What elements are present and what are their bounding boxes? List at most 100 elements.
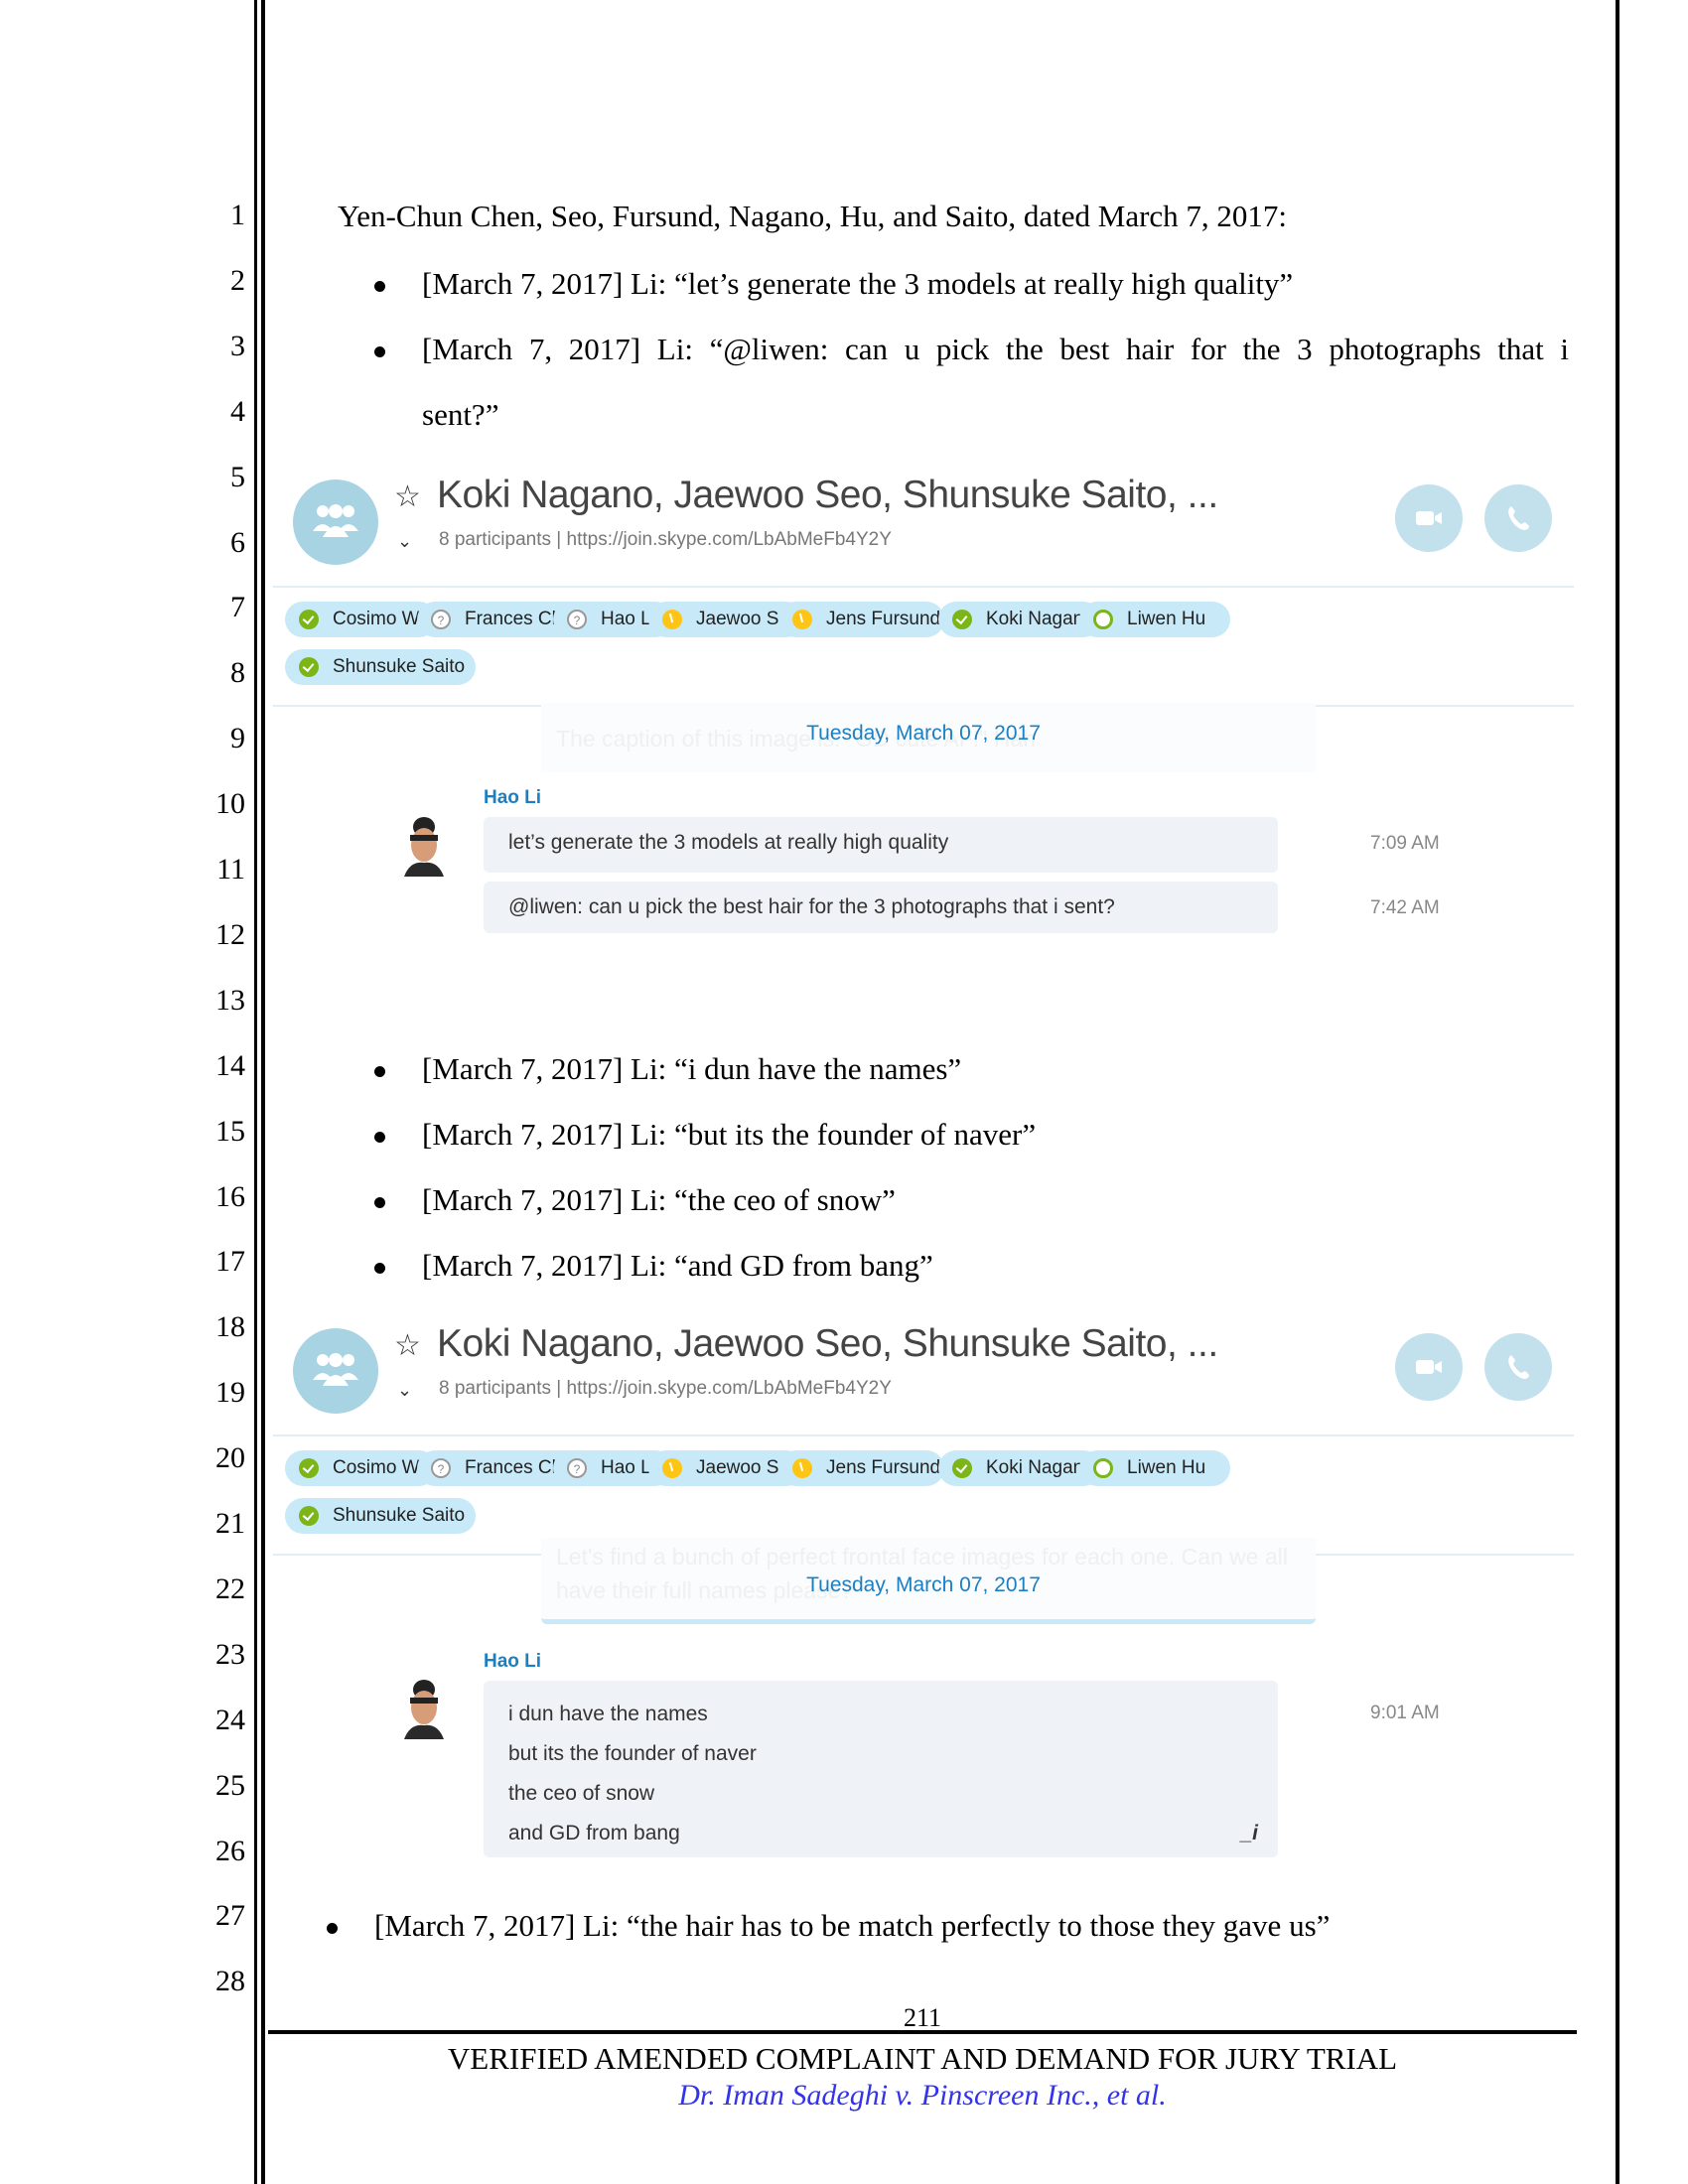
bullet (374, 1132, 385, 1143)
presence-away-icon (792, 610, 812, 629)
line-number: 5 (230, 460, 245, 493)
participant-list: Cosimo WeiFrances ChenHao LiJaewoo SeoJe… (273, 1436, 1574, 1554)
line-number: 24 (215, 1703, 245, 1736)
line-number: 27 (215, 1899, 245, 1933)
audio-call-button[interactable] (1484, 1333, 1552, 1401)
chevron-down-icon[interactable]: ⌄ (397, 531, 412, 552)
presence-offline-icon (1093, 1458, 1113, 1478)
line-number: 9 (230, 722, 245, 755)
participant-name: Hao Li (601, 609, 655, 629)
participant-name: Jens Fursund (826, 609, 941, 629)
bullet-text: [March 7, 2017] Li: “@liwen: can u pick … (422, 332, 1569, 366)
bullet-text: [March 7, 2017] Li: “let’s generate the … (422, 266, 1294, 301)
line-number: 19 (215, 1376, 245, 1410)
line-number: 28 (215, 1965, 245, 1998)
bullet (374, 346, 385, 357)
presence-unknown-icon (431, 1451, 451, 1487)
left-border-outer (254, 0, 257, 2184)
conversation-subtitle: 8 participants | https://join.skype.com/… (439, 529, 892, 550)
line-number: 7 (230, 591, 245, 624)
chevron-down-icon[interactable]: ⌄ (397, 1380, 412, 1401)
skype-screenshot-1: ☆ Koki Nagano, Jaewoo Seo, Shunsuke Sait… (273, 462, 1574, 933)
conversation-title: Koki Nagano, Jaewoo Seo, Shunsuke Saito,… (437, 1322, 1218, 1365)
skype-screenshot-2: ☆ Koki Nagano, Jaewoo Seo, Shunsuke Sait… (273, 1310, 1574, 1857)
line-number: 26 (215, 1834, 245, 1867)
presence-away-icon (792, 1458, 812, 1478)
message-time: 9:01 AM (1370, 1703, 1440, 1723)
footer-rule (268, 2030, 1577, 2034)
message-time: 7:09 AM (1370, 833, 1440, 854)
bullet (374, 1263, 385, 1274)
intro-line: Yen-Chun Chen, Seo, Fursund, Nagano, Hu,… (338, 199, 1288, 233)
audio-call-button[interactable] (1484, 484, 1552, 552)
group-avatar-icon (293, 1328, 378, 1414)
bullet-text-cont: sent?” (422, 397, 499, 432)
participant-chip[interactable]: Koki Nagano (938, 1450, 1101, 1486)
participant-chip[interactable]: Shunsuke Saito (285, 1498, 476, 1534)
participant-name: Jens Fursund (826, 1457, 941, 1478)
line-number: 18 (215, 1310, 245, 1344)
participant-chip[interactable]: Liwen Hu (1079, 1450, 1230, 1486)
bullet-text: [March 7, 2017] Li: “the ceo of snow” (422, 1182, 896, 1217)
star-icon[interactable]: ☆ (394, 479, 421, 514)
line-number: 13 (215, 983, 245, 1017)
participant-chip[interactable]: Shunsuke Saito (285, 649, 476, 685)
participant-name: Koki Nagano (986, 609, 1094, 629)
footer-title: VERIFIED AMENDED COMPLAINT AND DEMAND FO… (447, 2041, 1398, 2076)
line-number: 25 (215, 1768, 245, 1802)
presence-available-icon (299, 610, 319, 629)
conversation-header: ☆ Koki Nagano, Jaewoo Seo, Shunsuke Sait… (273, 1310, 1574, 1434)
presence-available-icon (299, 1458, 319, 1478)
line-number: 17 (215, 1245, 245, 1279)
bullet-text: [March 7, 2017] Li: “and GD from bang” (422, 1248, 933, 1283)
phone-call-icon (1508, 506, 1529, 530)
participant-chip[interactable]: Liwen Hu (1079, 602, 1230, 637)
line-number: 15 (215, 1114, 245, 1148)
presence-available-icon (299, 657, 319, 677)
participant-list: Cosimo WeiFrances ChenHao LiJaewoo SeoJe… (273, 588, 1574, 705)
line-number: 2 (230, 263, 245, 297)
bullet (374, 281, 385, 292)
line-number: 12 (215, 917, 245, 951)
footer-case-caption: Dr. Iman Sadeghi v. Pinscreen Inc., et a… (678, 2079, 1167, 2112)
message-bubble[interactable]: i dun have the names but its the founder… (484, 1681, 1278, 1857)
line-number: 4 (230, 394, 245, 428)
left-border-inner (261, 0, 265, 2184)
star-icon[interactable]: ☆ (394, 1328, 421, 1363)
message-bubble[interactable]: let’s generate the 3 models at really hi… (484, 817, 1278, 873)
participant-name: Shunsuke Saito (333, 1505, 466, 1526)
presence-offline-icon (1093, 610, 1113, 629)
conversation-header: ☆ Koki Nagano, Jaewoo Seo, Shunsuke Sait… (273, 462, 1574, 586)
participant-chip[interactable]: Jens Fursund (778, 602, 944, 637)
participant-name: Shunsuke Saito (333, 656, 466, 677)
sender-avatar (402, 817, 446, 877)
date-separator: Tuesday, March 07, 2017 (806, 722, 1041, 745)
video-call-button[interactable] (1395, 484, 1463, 552)
message-bubble[interactable]: @liwen: can u pick the best hair for the… (484, 882, 1278, 933)
line-number: 22 (215, 1571, 245, 1605)
video-call-button[interactable] (1395, 1333, 1463, 1401)
edited-icon: _i (1240, 1822, 1258, 1844)
presence-unknown-icon (567, 1451, 587, 1487)
page-number: 211 (903, 2003, 942, 2032)
participant-chip[interactable]: Cosimo Wei (285, 1450, 437, 1486)
participant-chip[interactable]: Cosimo Wei (285, 602, 437, 637)
conversation-subtitle: 8 participants | https://join.skype.com/… (439, 1378, 892, 1399)
message-time: 7:42 AM (1370, 897, 1440, 918)
presence-away-icon (662, 1458, 682, 1478)
participant-chip[interactable]: Koki Nagano (938, 602, 1101, 637)
sender-avatar (402, 1680, 446, 1739)
right-border (1616, 0, 1619, 2184)
presence-away-icon (662, 610, 682, 629)
conversation-title: Koki Nagano, Jaewoo Seo, Shunsuke Saito,… (437, 474, 1218, 516)
sender-name: Hao Li (484, 1651, 542, 1672)
bullet (327, 1923, 338, 1934)
video-call-icon (1416, 1360, 1442, 1374)
presence-available-icon (952, 1458, 972, 1478)
bullet-text: [March 7, 2017] Li: “but its the founder… (422, 1117, 1037, 1152)
line-number: 20 (215, 1441, 245, 1475)
presence-available-icon (299, 1506, 319, 1526)
line-number: 14 (215, 1048, 245, 1082)
presence-available-icon (952, 610, 972, 629)
participant-chip[interactable]: Jens Fursund (778, 1450, 944, 1486)
